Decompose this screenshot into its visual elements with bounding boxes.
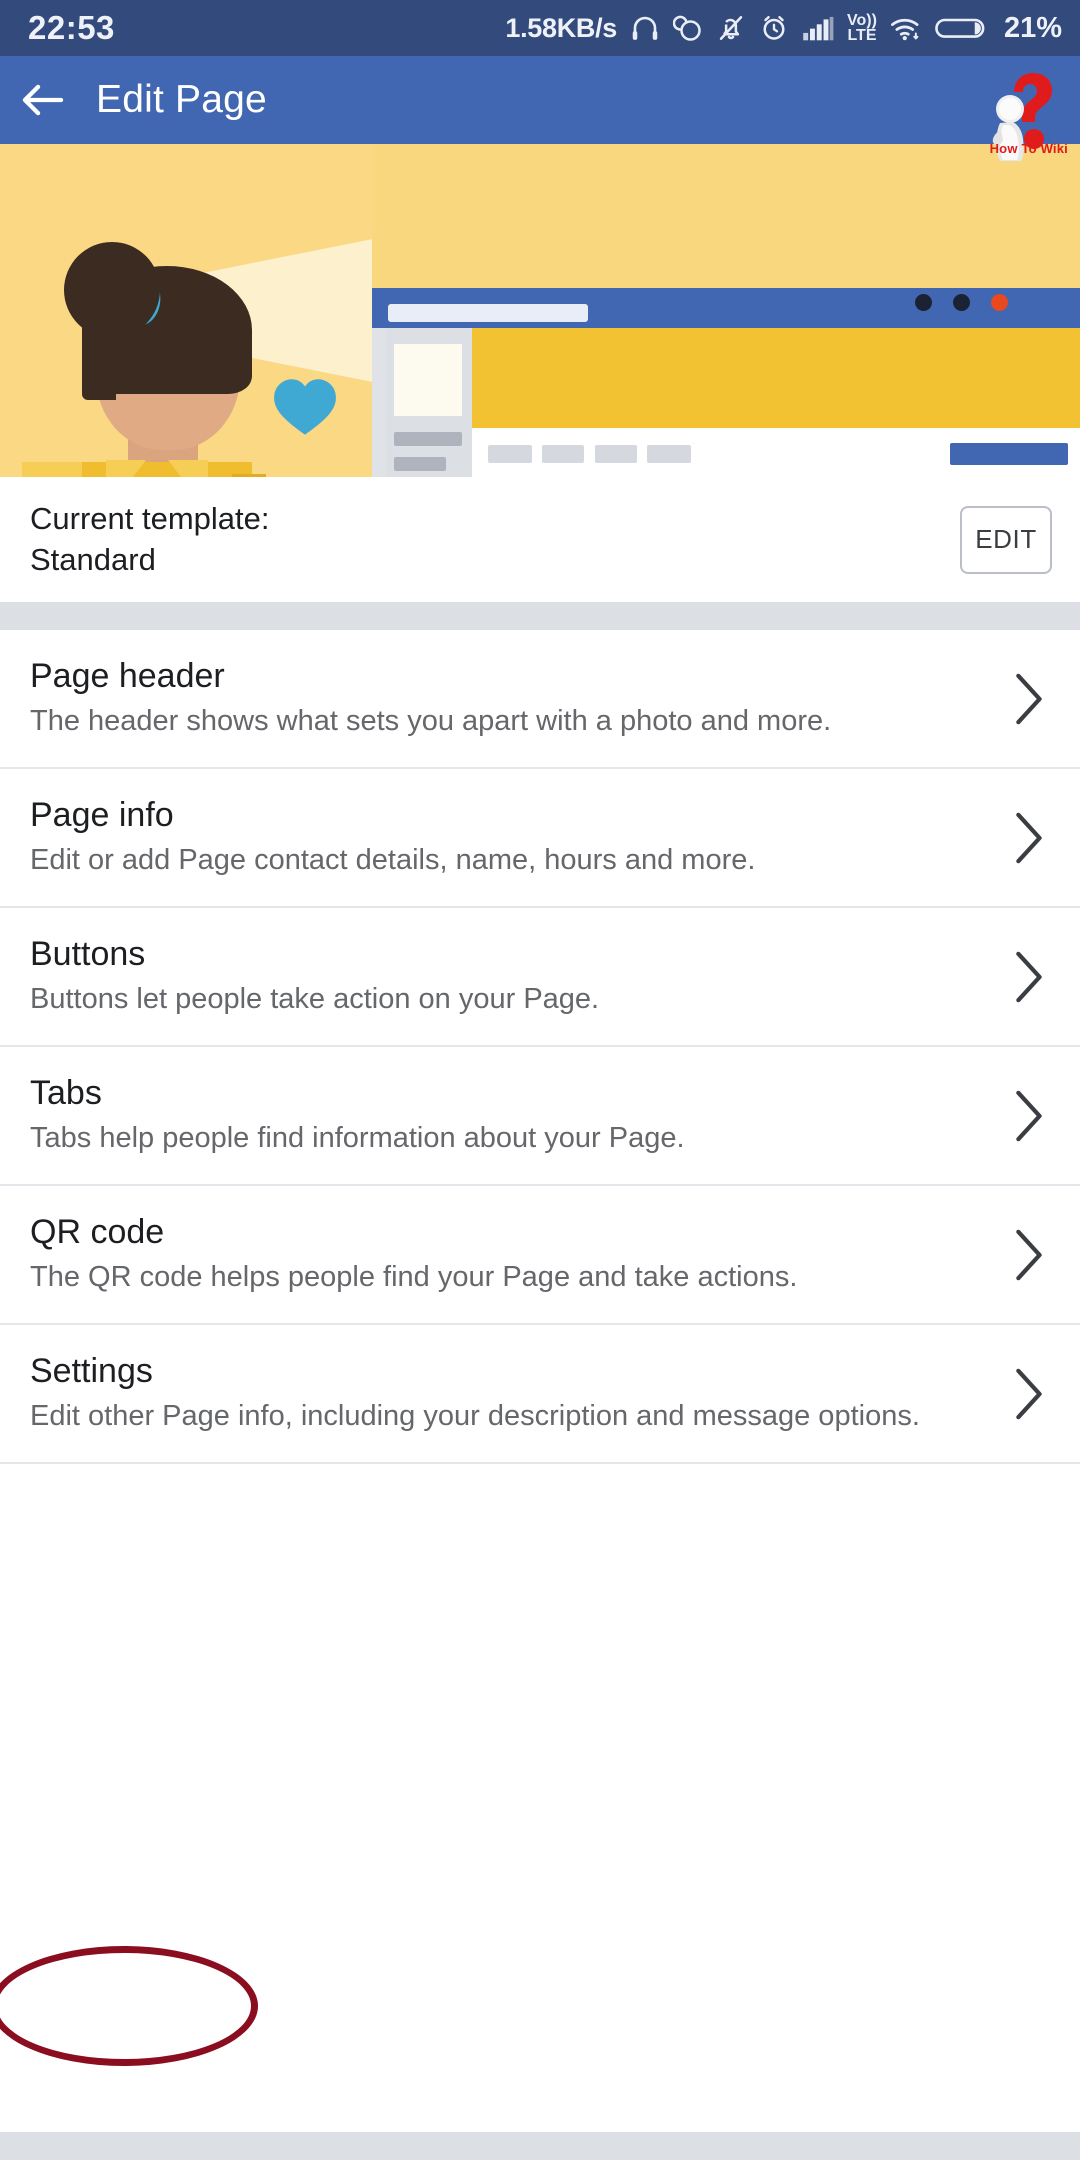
pager-dot-2[interactable] bbox=[953, 294, 970, 311]
list-item-title: QR code bbox=[30, 1213, 165, 1252]
list-item-title: Settings bbox=[30, 1352, 153, 1391]
chevron-right-icon bbox=[1016, 1368, 1042, 1420]
back-button[interactable] bbox=[0, 56, 86, 144]
page-template-preview bbox=[372, 288, 1080, 477]
list-item-text: Page info Edit or add Page contact detai… bbox=[30, 793, 930, 880]
list-item-tabs[interactable]: Tabs Tabs help people find information a… bbox=[0, 1047, 1080, 1187]
bell-off-icon bbox=[719, 16, 743, 41]
collar-left bbox=[106, 460, 146, 477]
edit-page-options-list: Page header The header shows what sets y… bbox=[0, 630, 1080, 1465]
back-arrow-icon bbox=[22, 84, 64, 116]
list-item-title: Tabs bbox=[30, 1074, 102, 1113]
data-sync-icon bbox=[673, 15, 701, 41]
chevron-right-icon bbox=[1016, 951, 1042, 1002]
list-item-description: The header shows what sets you apart wit… bbox=[30, 705, 832, 738]
hero-illustration bbox=[0, 144, 1080, 477]
list-item-description: Edit or add Page contact details, name, … bbox=[30, 844, 756, 877]
current-template-label: Current template: bbox=[30, 500, 270, 536]
hero-left-panel bbox=[0, 144, 372, 477]
chevron-right-icon bbox=[1016, 673, 1042, 724]
list-item-description: The QR code helps people find your Page … bbox=[30, 1261, 798, 1294]
chevron-right-icon bbox=[1016, 812, 1042, 863]
collar-right bbox=[168, 460, 208, 477]
list-item-text: Settings Edit other Page info, including… bbox=[30, 1349, 930, 1436]
volte-top-label: Vo)) bbox=[847, 11, 877, 29]
mock-cover-photo bbox=[472, 328, 1080, 428]
mock-sidebar bbox=[386, 328, 472, 477]
page-title: Edit Page bbox=[96, 78, 267, 121]
alarm-icon bbox=[763, 16, 785, 40]
battery-percent-label: 21% bbox=[1003, 11, 1062, 44]
list-item-page-header[interactable]: Page header The header shows what sets y… bbox=[0, 630, 1080, 770]
heart-icon bbox=[274, 379, 336, 435]
carousel-pager bbox=[915, 294, 1008, 311]
status-bar: 22:53 1.58KB/s Vo)) LTE 21% bbox=[0, 0, 1080, 56]
app-bar: Edit Page bbox=[0, 56, 1080, 144]
current-template-section: Current template: Standard EDIT bbox=[0, 477, 1080, 602]
volte-bottom-label: LTE bbox=[847, 27, 877, 44]
chevron-right-icon bbox=[1016, 1229, 1042, 1280]
list-item-buttons[interactable]: Buttons Buttons let people take action o… bbox=[0, 908, 1080, 1048]
list-item-title: Page info bbox=[30, 796, 174, 835]
mock-tab-chip bbox=[488, 445, 532, 463]
volte-icon: Vo)) LTE bbox=[847, 11, 877, 44]
list-item-settings[interactable]: Settings Edit other Page info, including… bbox=[0, 1325, 1080, 1465]
list-item-text: Page header The header shows what sets y… bbox=[30, 654, 930, 741]
mock-sidebar-line bbox=[394, 432, 462, 446]
list-item-title: Buttons bbox=[30, 935, 146, 974]
status-clock: 22:53 bbox=[28, 9, 115, 46]
wifi-icon bbox=[890, 18, 919, 41]
edit-template-button[interactable]: EDIT bbox=[960, 505, 1052, 574]
settings-annotation-ellipse bbox=[0, 1946, 258, 2066]
list-item-title: Page header bbox=[30, 657, 225, 695]
list-item-description: Edit other Page info, including your des… bbox=[30, 1400, 920, 1433]
list-item-description: Tabs help people find information about … bbox=[30, 1122, 685, 1155]
pager-dot-3-active[interactable] bbox=[991, 294, 1008, 311]
mock-tab-chip bbox=[542, 445, 584, 463]
network-speed-label: 1.58KB/s bbox=[505, 12, 618, 43]
mock-sidebar-thumb bbox=[394, 344, 462, 416]
list-item-qr-code[interactable]: QR code The QR code helps people find yo… bbox=[0, 1186, 1080, 1326]
current-template-text: Current template: Standard bbox=[30, 499, 270, 581]
mock-search-bar bbox=[388, 304, 588, 322]
list-item-text: QR code The QR code helps people find yo… bbox=[30, 1210, 930, 1297]
list-item-text: Tabs Tabs help people find information a… bbox=[30, 1071, 930, 1158]
woman-jacket-highlight bbox=[22, 462, 82, 477]
mock-tab-chip bbox=[595, 445, 637, 463]
woman-hair-bun bbox=[64, 242, 160, 338]
mock-action-bar bbox=[472, 428, 1080, 477]
current-template-value: Standard bbox=[30, 541, 156, 577]
mock-body bbox=[372, 328, 1080, 477]
mock-main bbox=[472, 328, 1080, 477]
mock-top-bar bbox=[372, 288, 1080, 328]
pager-dot-1[interactable] bbox=[915, 294, 932, 311]
list-item-page-info[interactable]: Page info Edit or add Page contact detai… bbox=[0, 769, 1080, 909]
mock-tab-chip bbox=[647, 445, 691, 463]
list-item-text: Buttons Buttons let people take action o… bbox=[30, 932, 930, 1019]
status-icons-group: 1.58KB/s Vo)) LTE 21% bbox=[505, 12, 1062, 45]
section-divider bbox=[0, 602, 1080, 630]
mock-sidebar-line bbox=[394, 457, 446, 471]
list-item-description: Buttons let people take action on your P… bbox=[30, 983, 600, 1016]
battery-icon bbox=[935, 18, 985, 38]
headphones-icon bbox=[632, 16, 658, 40]
mock-cta-button bbox=[950, 443, 1068, 465]
bottom-spacer bbox=[0, 2132, 1080, 2160]
signal-bars-icon bbox=[803, 16, 834, 41]
chevron-right-icon bbox=[1016, 1090, 1042, 1141]
